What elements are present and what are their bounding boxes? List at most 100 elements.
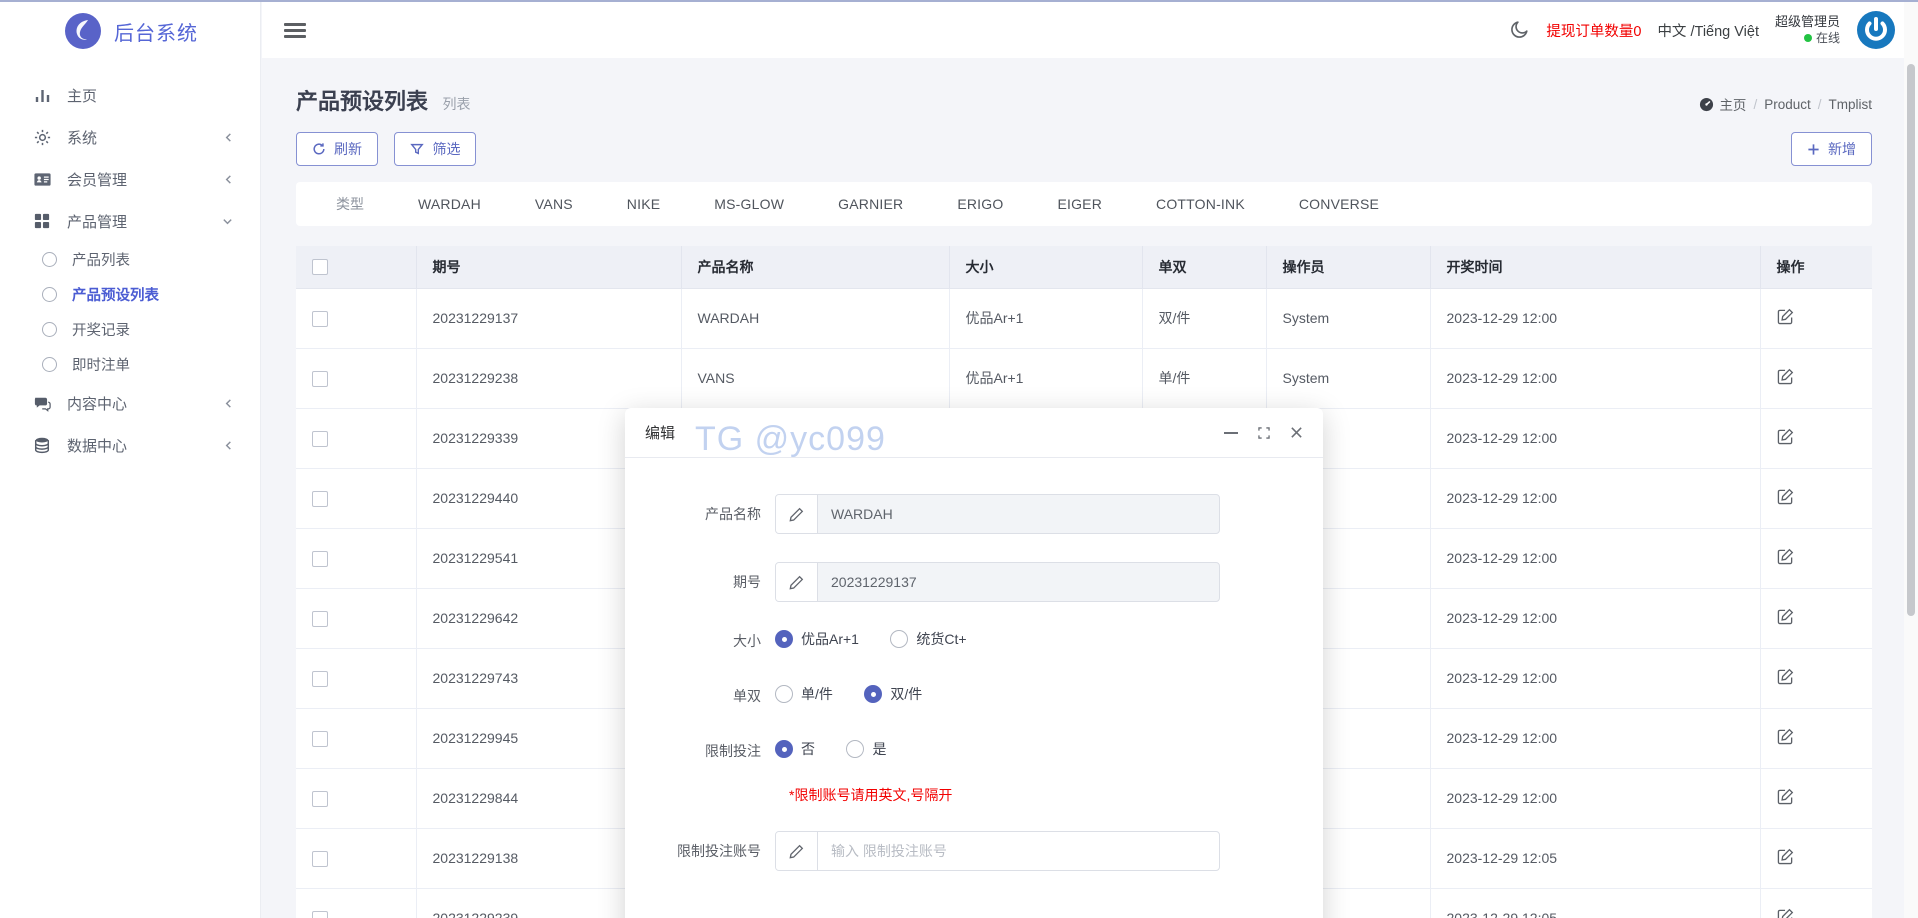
field-label: 限制投注 [705, 743, 761, 759]
tab-ms-glow[interactable]: MS-GLOW [714, 196, 784, 212]
field-label: 期号 [733, 574, 761, 590]
pencil-icon [776, 495, 818, 533]
row-checkbox[interactable] [312, 910, 328, 918]
cell-draw-time: 2023-12-29 12:00 [1430, 408, 1761, 469]
radio-unselected-icon [890, 630, 909, 648]
column-header-actions: 操作 [1760, 246, 1872, 289]
bar-chart-icon [33, 86, 52, 105]
row-checkbox[interactable] [312, 310, 328, 327]
cell-size: 优品Ar+1 [949, 288, 1143, 349]
left-actions: 刷新 筛选 [296, 132, 477, 166]
tab-nike[interactable]: NIKE [627, 196, 660, 212]
edit-row-icon[interactable] [1777, 728, 1794, 745]
cell-product: VANS [681, 348, 950, 409]
add-button[interactable]: 新增 [1791, 132, 1872, 166]
select-all-checkbox[interactable] [312, 259, 328, 276]
edit-row-icon[interactable] [1777, 488, 1794, 505]
sidebar-subitem-live-bets[interactable]: 即时注单 [0, 347, 260, 382]
scrollbar-thumb[interactable] [1907, 64, 1915, 616]
sidebar-subitem-product-preset-list[interactable]: 产品预设列表 [0, 277, 260, 312]
tab-vans[interactable]: VANS [535, 196, 573, 212]
cell-period: 20231229238 [416, 348, 682, 409]
tab-eiger[interactable]: EIGER [1057, 196, 1102, 212]
refresh-button[interactable]: 刷新 [296, 132, 378, 166]
table-header-row: 期号 产品名称 大小 单双 操作员 开奖时间 操作 [296, 246, 1872, 289]
sidebar-subitem-product-list[interactable]: 产品列表 [0, 242, 260, 277]
edit-row-icon[interactable] [1777, 368, 1794, 385]
cell-draw-time: 2023-12-29 12:00 [1430, 288, 1761, 349]
chevron-down-icon [221, 216, 234, 227]
withdraw-orders-badge[interactable]: 提现订单数量0 [1546, 20, 1641, 41]
period-input[interactable] [818, 563, 1219, 601]
avatar[interactable] [1856, 10, 1896, 50]
language-switcher[interactable]: 中文 /Tiếng Việt [1657, 20, 1759, 41]
maximize-icon[interactable] [1257, 426, 1271, 440]
plus-icon [1807, 143, 1820, 156]
funnel-icon [410, 142, 425, 156]
row-checkbox[interactable] [312, 550, 328, 567]
edit-row-icon[interactable] [1777, 668, 1794, 685]
edit-row-icon[interactable] [1777, 548, 1794, 565]
radio-size-regular[interactable]: 统货Ct+ [890, 629, 967, 649]
row-checkbox[interactable] [312, 490, 328, 507]
edit-row-icon[interactable] [1777, 308, 1794, 325]
row-checkbox[interactable] [312, 610, 328, 627]
refresh-icon [312, 142, 326, 156]
sidebar-toggle-icon[interactable] [284, 20, 306, 41]
row-checkbox[interactable] [312, 370, 328, 387]
tab-cotton-ink[interactable]: COTTON-INK [1156, 196, 1245, 212]
tab-converse[interactable]: CONVERSE [1299, 196, 1379, 212]
radio-restrict-yes[interactable]: 是 [846, 739, 886, 759]
column-header-operator: 操作员 [1266, 246, 1431, 289]
sidebar-item-content-center[interactable]: 内容中心 [0, 382, 260, 424]
radio-unselected-icon [775, 685, 793, 703]
sidebar-item-products[interactable]: 产品管理 [0, 200, 260, 242]
row-checkbox[interactable] [312, 790, 328, 807]
radio-parity-double[interactable]: 双/件 [864, 684, 922, 704]
circle-icon [42, 322, 57, 337]
radio-parity-single[interactable]: 单/件 [775, 684, 833, 704]
sidebar-item-data-center[interactable]: 数据中心 [0, 424, 260, 466]
chevron-left-icon [223, 173, 234, 186]
sidebar-item-label: 数据中心 [67, 437, 128, 455]
page-scrollbar[interactable] [1904, 2, 1918, 918]
row-checkbox[interactable] [312, 430, 328, 447]
radio-restrict-no[interactable]: 否 [775, 739, 815, 759]
cell-operator: System [1266, 348, 1431, 409]
user-info[interactable]: 超级管理员 在线 [1775, 14, 1840, 45]
chat-bubbles-icon [33, 394, 52, 413]
cell-period: 20231229137 [416, 288, 682, 349]
breadcrumb-home[interactable]: 主页 [1699, 94, 1746, 114]
edit-row-icon[interactable] [1777, 908, 1794, 918]
row-checkbox[interactable] [312, 730, 328, 747]
edit-row-icon[interactable] [1777, 608, 1794, 625]
tab-wardah[interactable]: WARDAH [418, 196, 481, 212]
breadcrumb-tmplist[interactable]: Tmplist [1829, 97, 1873, 112]
restrict-accounts-input[interactable] [818, 832, 1219, 870]
cell-draw-time: 2023-12-29 12:00 [1430, 648, 1761, 709]
edit-row-icon[interactable] [1777, 788, 1794, 805]
breadcrumb-product[interactable]: Product [1764, 97, 1811, 112]
sidebar-item-system[interactable]: 系统 [0, 116, 260, 158]
close-icon[interactable] [1290, 426, 1303, 439]
tab-garnier[interactable]: GARNIER [838, 196, 903, 212]
sidebar-item-label: 产品预设列表 [72, 288, 159, 304]
filter-button[interactable]: 筛选 [394, 132, 477, 166]
app-logo[interactable]: 后台系统 [0, 2, 260, 60]
dark-mode-icon[interactable] [1508, 19, 1530, 41]
sidebar-subitem-draw-records[interactable]: 开奖记录 [0, 312, 260, 347]
sidebar-item-home[interactable]: 主页 [0, 74, 260, 116]
cell-parity: 双/件 [1142, 288, 1267, 349]
row-checkbox[interactable] [312, 670, 328, 687]
edit-row-icon[interactable] [1777, 848, 1794, 865]
minimize-icon[interactable] [1224, 431, 1238, 434]
radio-size-premium[interactable]: 优品Ar+1 [775, 629, 859, 649]
sidebar-item-members[interactable]: 会员管理 [0, 158, 260, 200]
cell-draw-time: 2023-12-29 12:00 [1430, 588, 1761, 649]
tab-erigo[interactable]: ERIGO [957, 196, 1003, 212]
page-heading: 产品预设列表 列表 [296, 84, 470, 116]
edit-row-icon[interactable] [1777, 428, 1794, 445]
product-name-input[interactable] [818, 495, 1219, 533]
sidebar-item-label: 产品管理 [67, 213, 128, 231]
row-checkbox[interactable] [312, 850, 328, 867]
